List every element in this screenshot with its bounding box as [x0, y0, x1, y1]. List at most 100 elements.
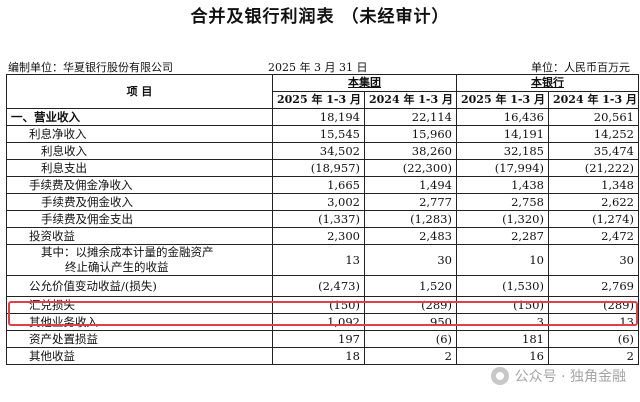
row-label: 一、营业收入: [6, 108, 273, 126]
cell-value: 22,114: [364, 108, 457, 126]
row-label: 利息支出: [6, 159, 273, 177]
cell-value: 2,758: [456, 193, 549, 211]
cell-value: 2,287: [456, 227, 549, 245]
row-label: 资产处置损益: [6, 330, 273, 348]
cell-value: 1,494: [364, 176, 457, 194]
group-header-bank: 本银行: [456, 74, 639, 92]
table-row-highlighted: 公允价值变动收益/(损失) (2,473) 1,520 (1,530) 2,76…: [6, 275, 639, 297]
cell-value: (1,320): [456, 210, 549, 228]
cell-value: 2: [364, 347, 457, 365]
cell-value: 2,622: [548, 193, 639, 211]
cell-value: 1,348: [548, 176, 639, 194]
period-header: 2025 年 1-3 月: [272, 91, 365, 109]
table-row: 手续费及佣金支出 (1,337) (1,283) (1,320) (1,274): [6, 210, 639, 228]
table-row: 利息支出 (18,957) (22,300) (17,994) (21,222): [6, 159, 639, 177]
row-label: 汇兑损失: [6, 296, 273, 314]
cell-value: (150): [272, 296, 365, 314]
wechat-icon: [490, 367, 509, 385]
table-row: 利息净收入 15,545 15,960 14,191 14,252: [6, 125, 639, 143]
compiling-unit: 编制单位：华夏银行股份有限公司: [8, 61, 173, 74]
item-column-header: 项 目: [6, 74, 273, 109]
cell-value: 30: [364, 244, 457, 276]
period-header: 2024 年 1-3 月: [364, 91, 457, 109]
cell-value: 1,092: [272, 313, 365, 331]
cell-value: 2: [548, 347, 639, 365]
row-label: 手续费及佣金净收入: [6, 176, 273, 194]
table-row: 资产处置损益 197 (6) 181 (6): [6, 330, 639, 348]
table-row: 手续费及佣金收入 3,002 2,777 2,758 2,622: [6, 193, 639, 211]
cell-value: (150): [456, 296, 549, 314]
table-row: 其他收益 18 2 16 2: [6, 347, 639, 365]
table-row: 投资收益 2,300 2,483 2,287 2,472: [6, 227, 639, 245]
cell-value: 18,194: [272, 108, 365, 126]
cell-value: 16,436: [456, 108, 549, 126]
cell-value: 18: [272, 347, 365, 365]
cell-value: 3: [456, 313, 549, 331]
cell-value: 13: [272, 244, 365, 276]
cell-value: 14,191: [456, 125, 549, 143]
currency-unit: 单位：人民币百万元: [531, 61, 630, 74]
row-label-line: 终止确认产生的收益: [65, 260, 169, 274]
cell-value: (6): [548, 330, 639, 348]
cell-value: 3,002: [272, 193, 365, 211]
cell-value: 30: [548, 244, 639, 276]
row-label: 其他收益: [6, 347, 273, 365]
header-row-groups: 项 目 本集团 本银行: [6, 74, 639, 109]
cell-value: 2,483: [364, 227, 457, 245]
cell-value: 2,300: [272, 227, 365, 245]
watermark: 公众号 · 独角金融: [490, 366, 626, 386]
cell-value: 35,474: [548, 142, 639, 160]
report-date: 2025 年 3 月 31 日: [268, 61, 368, 74]
period-header: 2025 年 1-3 月: [456, 91, 549, 109]
cell-value: 950: [364, 313, 457, 331]
report-title: 合并及银行利润表 （未经审计）: [190, 7, 450, 27]
cell-value: 16: [456, 347, 549, 365]
cell-value: 10: [456, 244, 549, 276]
cell-value: (2,473): [272, 275, 365, 297]
cell-value: (1,530): [456, 275, 549, 297]
cell-value: (6): [364, 330, 457, 348]
cell-value: 34,502: [272, 142, 365, 160]
cell-value: 1,520: [364, 275, 457, 297]
cell-value: 2,777: [364, 193, 457, 211]
table-row: 其他业务收入 1,092 950 3 13: [6, 313, 639, 331]
row-label: 手续费及佣金收入: [6, 193, 273, 211]
watermark-text: 公众号 · 独角金融: [514, 369, 626, 385]
cell-value: 15,545: [272, 125, 365, 143]
table-row: 利息收入 34,502 38,260 32,185 35,474: [6, 142, 639, 160]
cell-value: 1,438: [456, 176, 549, 194]
row-label: 其中：以摊余成本计量的金融资产 终止确认产生的收益: [6, 244, 273, 276]
table-row: 其中：以摊余成本计量的金融资产 终止确认产生的收益 13 30 10 30: [6, 244, 639, 276]
cell-value: (18,957): [272, 159, 365, 177]
cell-value: 197: [272, 330, 365, 348]
cell-value: 2,769: [548, 275, 639, 297]
cell-value: (17,994): [456, 159, 549, 177]
cell-value: 13: [548, 313, 639, 331]
cell-value: (1,283): [364, 210, 457, 228]
income-statement-table: 项 目 本集团 本银行 2025 年 1-3 月 2024 年 1-3 月 20…: [6, 74, 639, 365]
cell-value: (289): [364, 296, 457, 314]
row-label: 利息收入: [6, 142, 273, 160]
cell-value: (1,337): [272, 210, 365, 228]
row-label-line: 其中：以摊余成本计量的金融资产: [41, 245, 214, 259]
cell-value: 32,185: [456, 142, 549, 160]
cell-value: 20,561: [548, 108, 639, 126]
cell-value: 181: [456, 330, 549, 348]
cell-value: 15,960: [364, 125, 457, 143]
cell-value: (21,222): [548, 159, 639, 177]
cell-value: 14,252: [548, 125, 639, 143]
period-header: 2024 年 1-3 月: [548, 91, 639, 109]
table-row: 手续费及佣金净收入 1,665 1,494 1,438 1,348: [6, 176, 639, 194]
cell-value: (1,274): [548, 210, 639, 228]
row-label: 公允价值变动收益/(损失): [6, 275, 273, 297]
cell-value: 38,260: [364, 142, 457, 160]
cell-value: 1,665: [272, 176, 365, 194]
group-header-consolidated: 本集团: [272, 74, 457, 92]
cell-value: (289): [548, 296, 639, 314]
table-row: 一、营业收入 18,194 22,114 16,436 20,561: [6, 108, 639, 126]
cell-value: 2,472: [548, 227, 639, 245]
row-label: 手续费及佣金支出: [6, 210, 273, 228]
table-row: 汇兑损失 (150) (289) (150) (289): [6, 296, 639, 314]
row-label: 投资收益: [6, 227, 273, 245]
row-label: 利息净收入: [6, 125, 273, 143]
